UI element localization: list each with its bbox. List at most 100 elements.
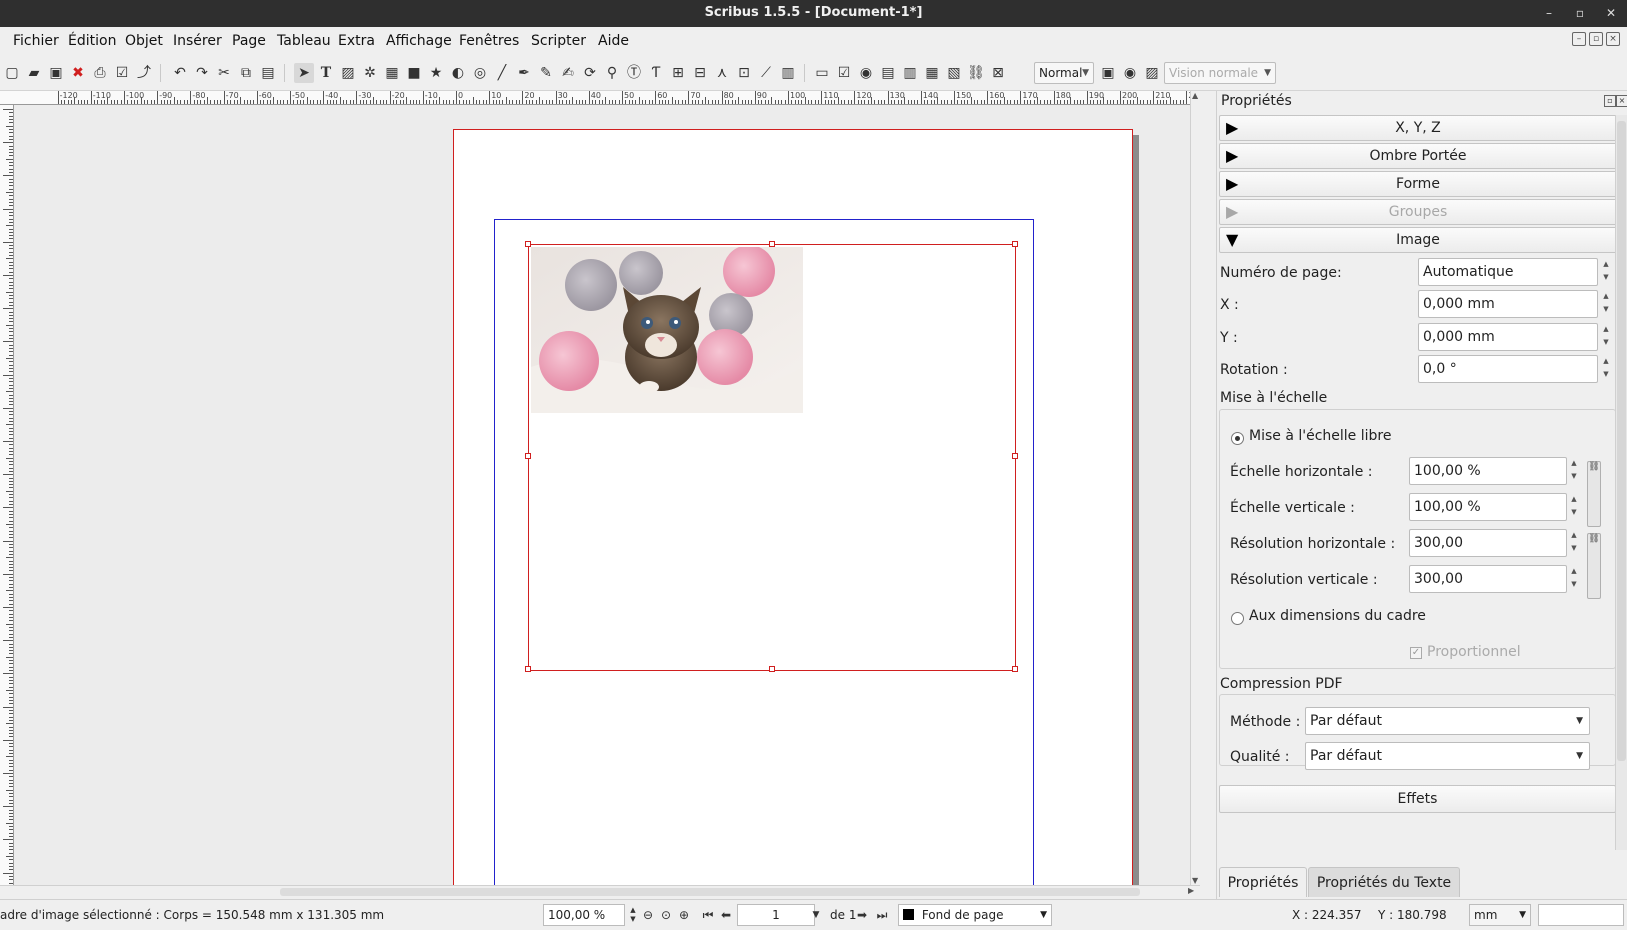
document-page[interactable]: [453, 129, 1133, 885]
copy-properties-icon[interactable]: ⊡: [734, 63, 754, 83]
freehand-icon[interactable]: ✎: [536, 63, 556, 83]
cut-icon[interactable]: ✂: [214, 63, 234, 83]
pdf-annotation-icon[interactable]: ▧: [944, 63, 964, 83]
horizontal-scroll-thumb[interactable]: [280, 888, 1140, 896]
close-icon[interactable]: ✕: [1601, 3, 1621, 23]
menu-tableau[interactable]: Tableau: [277, 33, 331, 49]
save-icon[interactable]: ▣: [46, 63, 66, 83]
edit-mode-icon[interactable]: ▨: [1142, 63, 1162, 83]
spinner-arrows-icon[interactable]: ▲ ▼: [1568, 565, 1580, 593]
text-frame-icon[interactable]: T: [316, 63, 336, 83]
y-field[interactable]: 0,000 mm: [1418, 323, 1598, 351]
menu-edition[interactable]: Édition: [68, 33, 116, 49]
link-frames-icon[interactable]: ⊞: [668, 63, 688, 83]
tab-text-properties[interactable]: Propriétés du Texte: [1308, 867, 1460, 897]
zoom-100-icon[interactable]: ⊙: [658, 906, 674, 924]
arc-icon[interactable]: ◐: [448, 63, 468, 83]
resolution-link-chain-icon[interactable]: ⛓: [1587, 533, 1601, 599]
menu-page[interactable]: Page: [232, 33, 266, 49]
scale-link-chain-icon[interactable]: ⛓: [1587, 461, 1601, 527]
menu-inserer[interactable]: Insérer: [173, 33, 222, 49]
pdf-combobox-icon[interactable]: ▥: [900, 63, 920, 83]
pdf-listbox-icon[interactable]: ▦: [922, 63, 942, 83]
pdf-textfield-icon[interactable]: ▤: [878, 63, 898, 83]
resize-handle[interactable]: [769, 666, 775, 672]
polygon-icon[interactable]: ★: [426, 63, 446, 83]
story-editor-icon[interactable]: Ƭ: [646, 63, 666, 83]
calligraphic-icon[interactable]: ✍: [558, 63, 578, 83]
resize-handle[interactable]: [525, 241, 531, 247]
quality-combo[interactable]: Par défaut ▼: [1305, 742, 1590, 770]
mdi-restore-icon[interactable]: ▫: [1589, 32, 1603, 46]
vision-combo[interactable]: Vision normale ▼: [1164, 62, 1276, 84]
eyedropper-icon[interactable]: ⟋: [756, 63, 776, 83]
export-pdf-icon[interactable]: ⤴: [134, 63, 154, 83]
preview-eye-icon[interactable]: ◉: [1120, 63, 1140, 83]
render-frame-icon[interactable]: ✲: [360, 63, 380, 83]
paste-icon[interactable]: ▤: [258, 63, 278, 83]
table-icon[interactable]: ▦: [382, 63, 402, 83]
measure-icon[interactable]: ⋏: [712, 63, 732, 83]
select-arrow-icon[interactable]: ➤: [294, 63, 314, 83]
spinner-arrows-icon[interactable]: ▲ ▼: [1600, 290, 1612, 318]
x-field[interactable]: 0,000 mm: [1418, 290, 1598, 318]
unit-combo[interactable]: mm ▼: [1469, 904, 1531, 926]
section-xyz[interactable]: ▶ X, Y, Z: [1219, 115, 1617, 141]
section-shadow[interactable]: ▶ Ombre Portée: [1219, 143, 1617, 169]
menu-aide[interactable]: Aide: [598, 33, 629, 49]
unlink-frames-icon[interactable]: ⊟: [690, 63, 710, 83]
shape-icon[interactable]: ■: [404, 63, 424, 83]
page-number-field[interactable]: Automatique: [1418, 258, 1598, 286]
h-scale-field[interactable]: 100,00 %: [1409, 457, 1567, 485]
preflight-icon[interactable]: ☑: [112, 63, 132, 83]
fit-frame-radio[interactable]: [1231, 612, 1244, 625]
extra-status-field[interactable]: [1538, 904, 1624, 926]
section-image[interactable]: ▼ Image: [1219, 227, 1617, 253]
vertical-scrollbar[interactable]: ▲ ▼: [1190, 91, 1202, 885]
maximize-icon[interactable]: ▫: [1570, 3, 1590, 23]
image-frame[interactable]: [525, 241, 1018, 672]
effects-button[interactable]: Effets: [1219, 785, 1616, 813]
zoom-in-icon[interactable]: ⊕: [676, 906, 692, 924]
scroll-down-icon[interactable]: ▼: [1192, 876, 1198, 885]
color-preview-icon[interactable]: ▣: [1098, 63, 1118, 83]
pdf-link-icon[interactable]: ⛓: [966, 63, 986, 83]
copy-icon[interactable]: ⧉: [236, 63, 256, 83]
scroll-right-icon[interactable]: ▶: [1188, 886, 1194, 895]
layer-combo[interactable]: Fond de page ▼: [898, 904, 1052, 926]
pdf-3d-icon[interactable]: ⊠: [988, 63, 1008, 83]
vertical-ruler[interactable]: [0, 105, 14, 885]
spinner-arrows-icon[interactable]: ▲ ▼: [1600, 355, 1612, 383]
document-canvas[interactable]: [14, 105, 1190, 885]
mdi-minimize-icon[interactable]: –: [1572, 32, 1586, 46]
image-frame-icon[interactable]: ▨: [338, 63, 358, 83]
zoom-field[interactable]: 100,00 %: [543, 904, 625, 926]
open-icon[interactable]: ▰: [24, 63, 44, 83]
v-scale-field[interactable]: 100,00 %: [1409, 493, 1567, 521]
menu-objet[interactable]: Objet: [125, 33, 163, 49]
float-panel-icon[interactable]: ▫: [1604, 95, 1616, 107]
tab-properties[interactable]: Propriétés: [1219, 867, 1307, 897]
mode-combo[interactable]: Normal ▼: [1034, 62, 1094, 84]
next-page-icon[interactable]: ➡: [854, 906, 870, 924]
spinner-arrows-icon[interactable]: ▲ ▼: [1600, 258, 1612, 286]
page-combo-arrow-icon[interactable]: ▼: [808, 906, 824, 924]
close-panel-icon[interactable]: ×: [1616, 95, 1627, 107]
section-shape[interactable]: ▶ Forme: [1219, 171, 1617, 197]
page-field[interactable]: 1: [737, 904, 815, 926]
close-document-icon[interactable]: ✖: [68, 63, 88, 83]
prev-page-icon[interactable]: ⬅: [718, 906, 734, 924]
horizontal-ruler[interactable]: -120 -110 -100 -90 -80 -70 -60 -50 -40 -30 -20 -10 0…: [0, 91, 1200, 105]
menu-extra[interactable]: Extra: [338, 33, 375, 49]
pdf-checkbox-icon[interactable]: ☑: [834, 63, 854, 83]
v-res-field[interactable]: 300,00: [1409, 565, 1567, 593]
horizontal-scrollbar[interactable]: ▶: [0, 885, 1200, 897]
zoom-icon[interactable]: ⚲: [602, 63, 622, 83]
properties-scroll-thumb[interactable]: [1617, 121, 1626, 761]
bezier-icon[interactable]: ✒: [514, 63, 534, 83]
menu-fichier[interactable]: Fichier: [13, 33, 59, 49]
new-document-icon[interactable]: ▢: [2, 63, 22, 83]
menu-scripter[interactable]: Scripter: [531, 33, 586, 49]
free-scaling-radio[interactable]: [1231, 432, 1244, 445]
minimize-icon[interactable]: –: [1539, 3, 1559, 23]
